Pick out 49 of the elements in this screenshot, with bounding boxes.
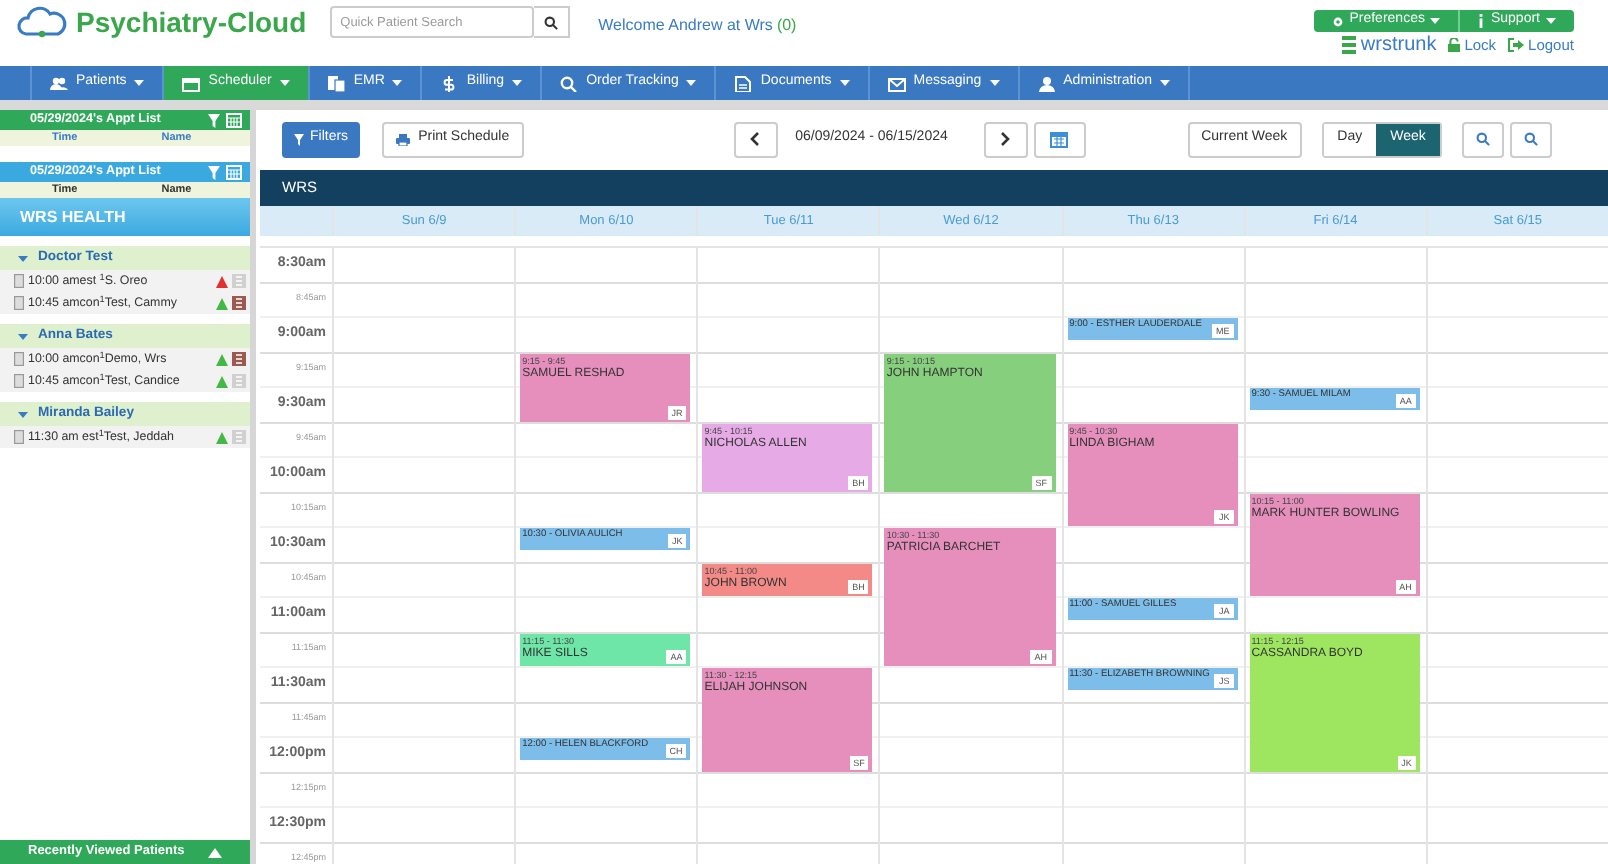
caret-down-icon xyxy=(1430,18,1441,24)
padlock-icon xyxy=(1448,38,1461,53)
search-icon xyxy=(1475,132,1490,146)
zoom-out-button[interactable] xyxy=(1509,121,1552,157)
printer-icon xyxy=(396,133,411,145)
copy-icon xyxy=(327,75,346,91)
filter-icon xyxy=(208,165,220,179)
chevron-left-icon xyxy=(750,132,761,146)
search-icon xyxy=(1523,132,1538,146)
practice-header: WRS HEALTH xyxy=(0,198,250,236)
filter-icon xyxy=(294,133,304,145)
caret-down-icon xyxy=(1160,80,1170,86)
cloud-logo-icon xyxy=(16,6,68,38)
calendar-icon xyxy=(182,75,201,91)
filter-icon xyxy=(208,113,220,127)
caret-down-icon xyxy=(686,80,697,86)
envelope-icon xyxy=(887,75,906,91)
caret-down-icon xyxy=(18,331,28,341)
caret-down-icon xyxy=(392,80,403,86)
document-icon xyxy=(14,430,24,444)
caret-down-icon xyxy=(989,80,1000,86)
caret-down-icon xyxy=(18,253,28,263)
database-icon xyxy=(1342,36,1357,55)
caret-down-icon xyxy=(839,80,850,86)
info-icon xyxy=(1478,14,1485,28)
welcome-text: Welcome Andrew at Wrs xyxy=(598,14,773,38)
calendar-icon xyxy=(226,164,242,180)
person-icon xyxy=(1037,75,1056,91)
previous-week-button[interactable] xyxy=(733,121,778,157)
logout-icon xyxy=(1508,38,1525,53)
username: wrstrunk xyxy=(1360,35,1437,56)
caret-down-icon xyxy=(18,409,28,419)
chevron-right-icon xyxy=(1000,132,1011,146)
document-icon xyxy=(734,75,753,91)
users-icon xyxy=(50,75,68,91)
caret-down-icon xyxy=(279,80,290,86)
caret-down-icon xyxy=(1546,18,1556,24)
next-week-button[interactable] xyxy=(983,121,1028,157)
caret-down-icon xyxy=(134,80,145,86)
zoom-in-button[interactable] xyxy=(1461,121,1504,157)
caret-up-icon xyxy=(208,847,222,857)
gear-icon xyxy=(1331,15,1344,27)
search-icon xyxy=(544,15,559,29)
search-icon xyxy=(560,75,579,91)
calendar-icon xyxy=(1050,130,1069,148)
caret-down-icon xyxy=(512,80,523,86)
dollar-icon xyxy=(440,75,459,91)
calendar-icon xyxy=(226,112,242,128)
search-button[interactable] xyxy=(534,6,571,38)
